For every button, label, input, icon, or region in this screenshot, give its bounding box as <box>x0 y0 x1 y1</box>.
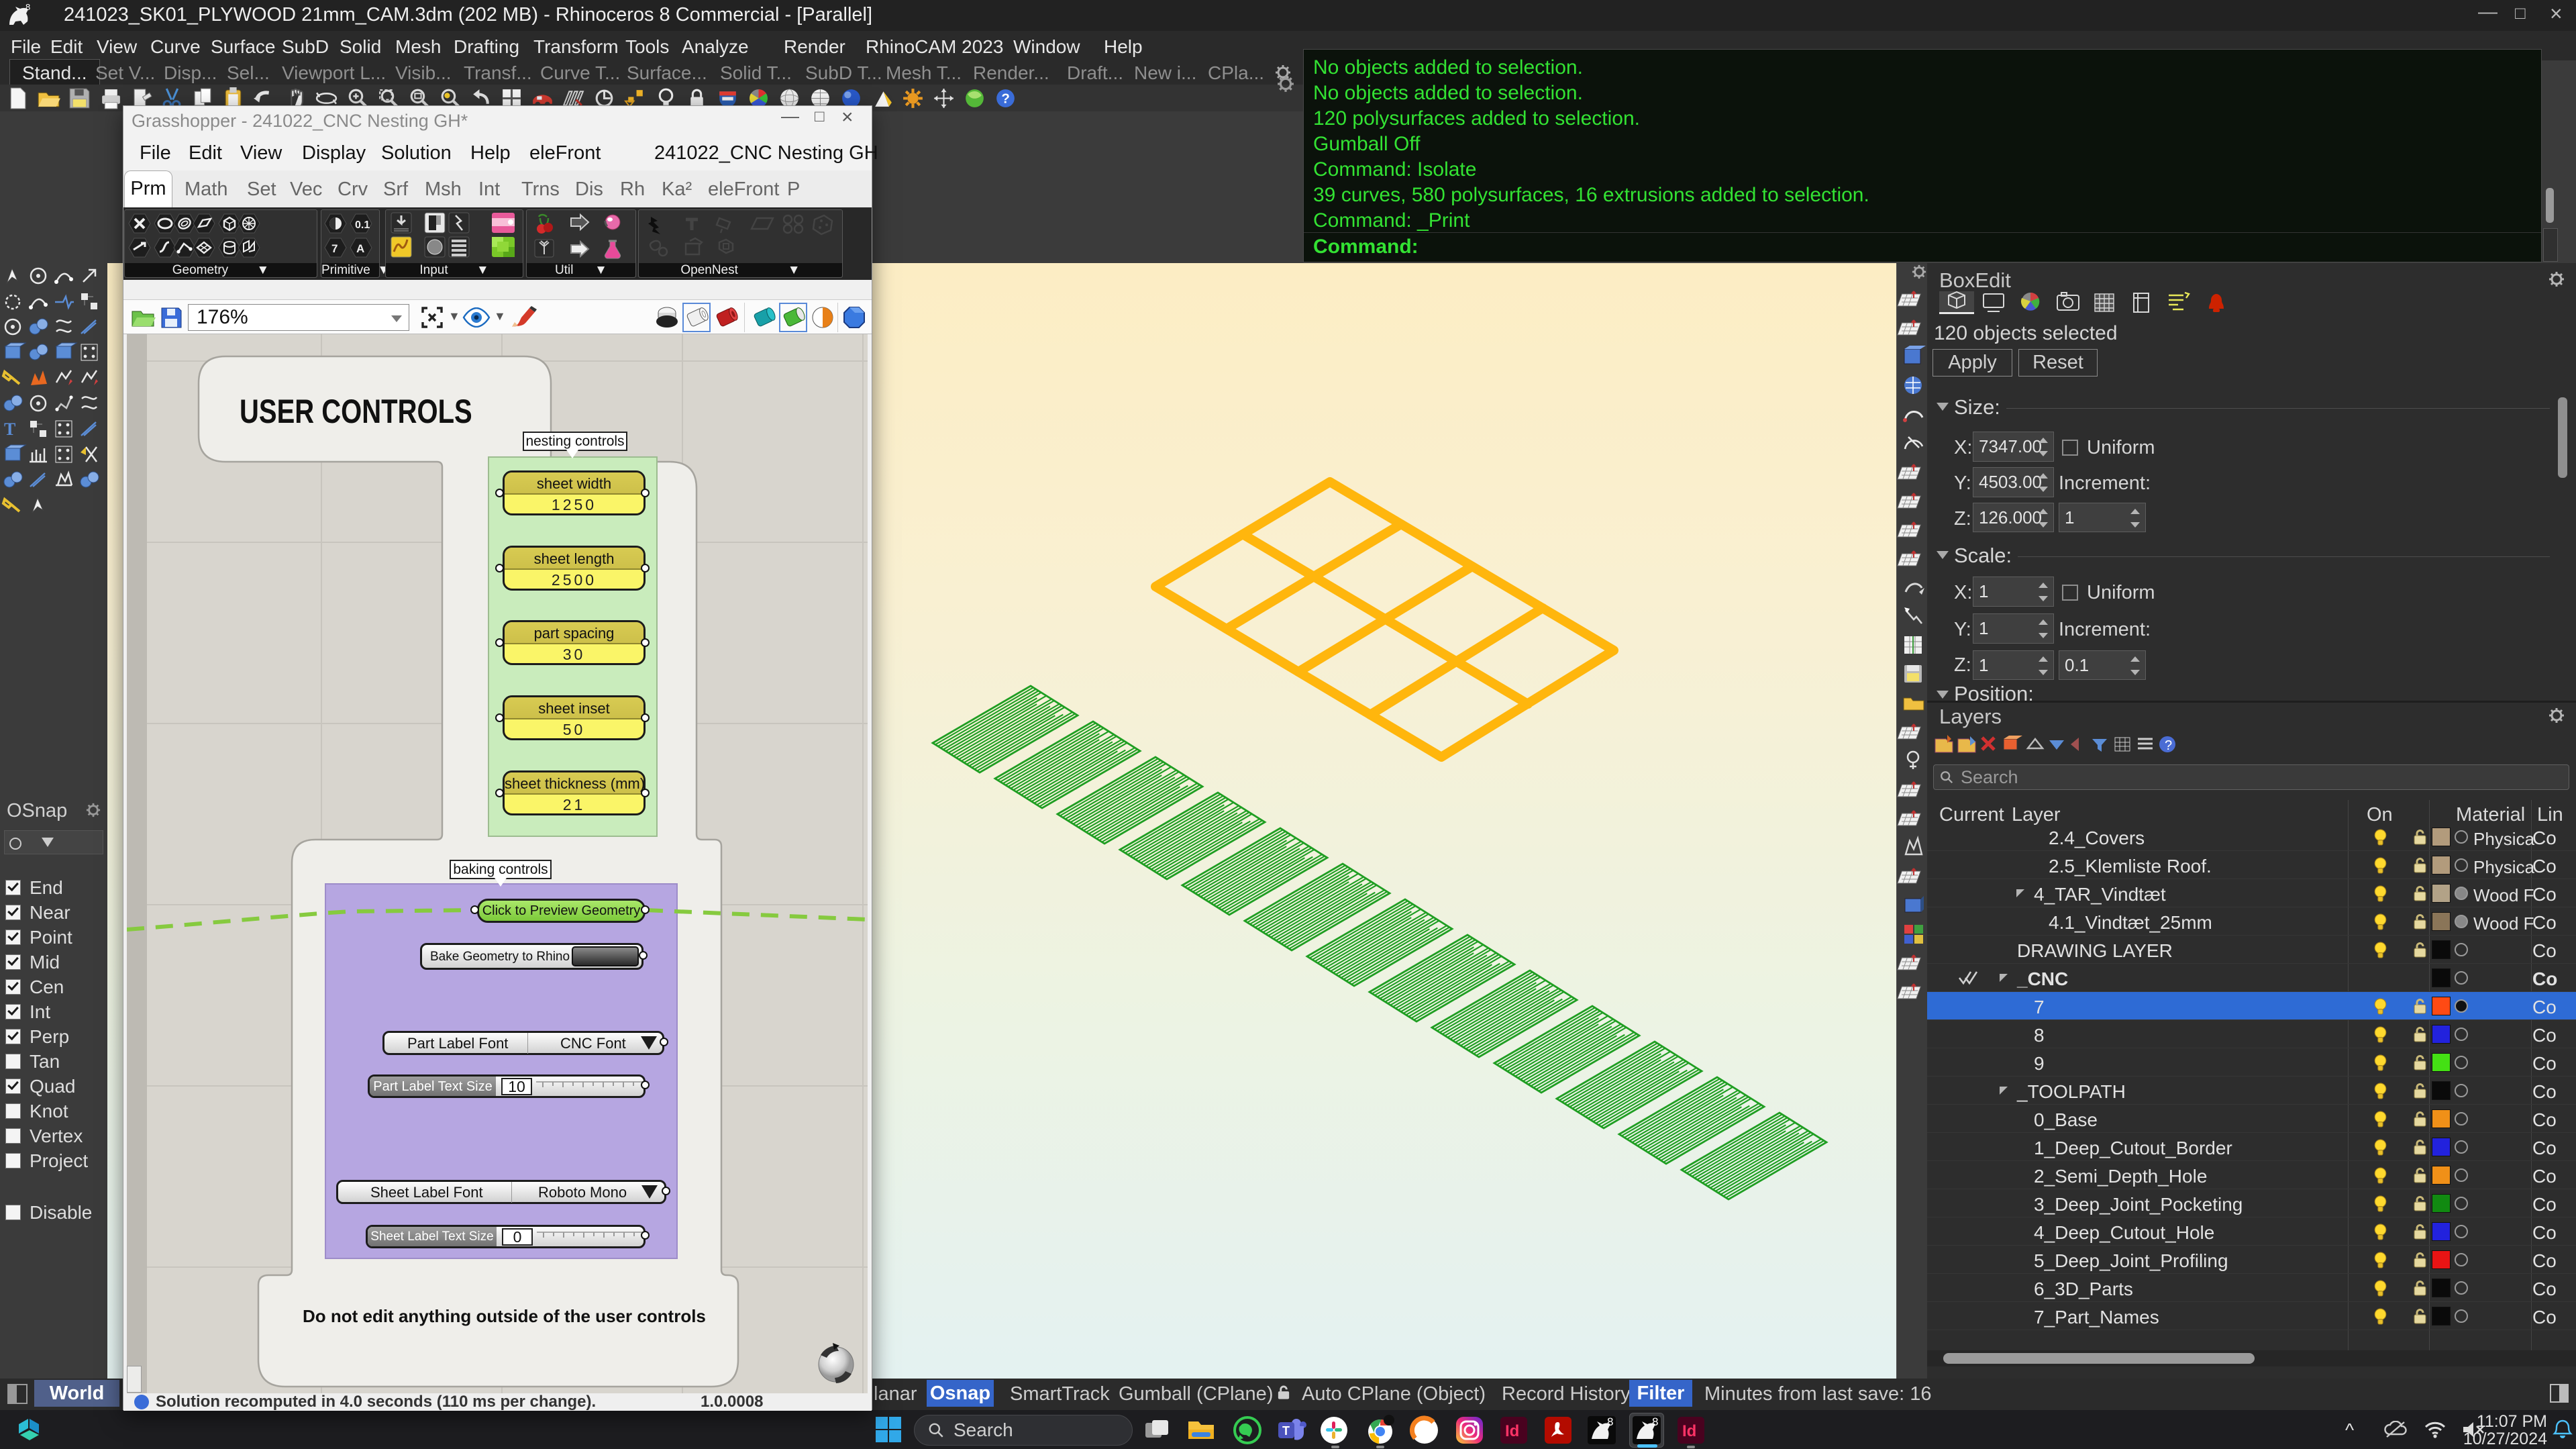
svg-text:T: T <box>1282 1424 1290 1438</box>
svg-text:0.1: 0.1 <box>355 219 370 231</box>
svg-text:Id: Id <box>1505 1422 1519 1440</box>
svg-text:7: 7 <box>331 242 338 255</box>
svg-text:?: ? <box>1001 91 1010 106</box>
svg-text:A: A <box>356 242 364 255</box>
svg-text:8: 8 <box>25 2 30 12</box>
svg-text:?: ? <box>2165 738 2172 753</box>
svg-text:Id: Id <box>1682 1422 1696 1440</box>
svg-text:8: 8 <box>1652 1415 1658 1428</box>
svg-text:8: 8 <box>1607 1415 1613 1428</box>
